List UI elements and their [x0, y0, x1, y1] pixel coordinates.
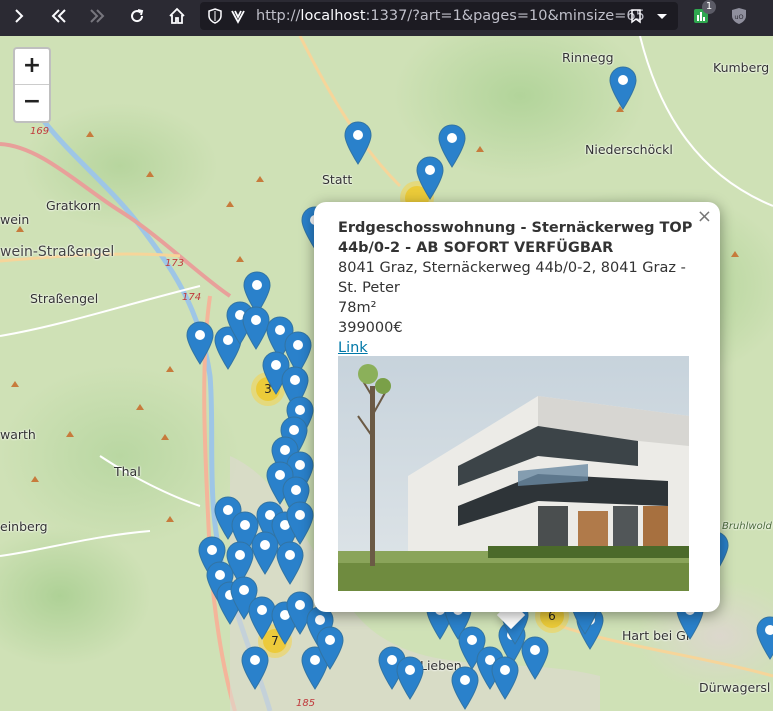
- close-icon[interactable]: ×: [697, 206, 712, 227]
- place-label: Statt: [322, 172, 353, 187]
- place-label: Rinnegg: [562, 50, 614, 65]
- map-marker-pin-icon[interactable]: [286, 501, 314, 545]
- place-label: Niederschöckl: [585, 142, 673, 157]
- map-marker-pin-icon[interactable]: [251, 531, 279, 575]
- place-label: Straßengel: [30, 291, 99, 306]
- bookmark-icon[interactable]: [628, 8, 644, 24]
- listing-address: 8041 Graz, Sternäckerweg 44b/0-2, 8041 G…: [338, 260, 686, 296]
- map-marker-pin-icon[interactable]: [186, 321, 214, 365]
- listing-price: 399000€: [338, 320, 403, 336]
- place-label: warth: [0, 427, 36, 442]
- back-history-icon[interactable]: [44, 2, 74, 30]
- address-bar[interactable]: http://localhost:1337/?art=1&pages=10&mi…: [200, 2, 678, 30]
- shield-icon[interactable]: [207, 8, 223, 24]
- place-label: Gratkorn: [46, 198, 101, 213]
- map-marker-pin-icon[interactable]: [316, 626, 344, 670]
- listing-title: Erdgeschosswohnung - Sternäckerweg TOP 4…: [338, 220, 693, 256]
- map-marker-pin-icon[interactable]: [609, 66, 637, 110]
- place-label: Bruhlwold: [722, 521, 772, 532]
- map-marker-pin-icon[interactable]: [756, 616, 773, 660]
- map-marker-pin-icon[interactable]: [276, 541, 304, 585]
- url-text: http://localhost:1337/?art=1&pages=10&mi…: [256, 8, 645, 24]
- map-marker-pin-icon[interactable]: [344, 121, 372, 165]
- chevron-down-icon[interactable]: [654, 8, 670, 24]
- place-label: einberg: [0, 519, 48, 534]
- listing-link[interactable]: Link: [338, 338, 694, 358]
- browser-toolbar: http://localhost:1337/?art=1&pages=10&mi…: [0, 0, 773, 32]
- place-label: Thal: [114, 464, 141, 479]
- map-marker-pin-icon[interactable]: [491, 656, 519, 700]
- map-marker-pin-icon[interactable]: [396, 656, 424, 700]
- place-label: Kumberg: [713, 60, 770, 75]
- reload-icon[interactable]: [122, 2, 152, 30]
- map-marker-pin-icon[interactable]: [241, 646, 269, 690]
- listing-photo: [338, 356, 689, 591]
- zoom-in-button[interactable]: +: [15, 49, 49, 85]
- map-marker-pin-icon[interactable]: [451, 666, 479, 710]
- listing-size: 78m²: [338, 300, 377, 316]
- ublock-icon[interactable]: uO: [724, 2, 754, 30]
- forward-history-icon[interactable]: [82, 2, 112, 30]
- home-icon[interactable]: [162, 2, 192, 30]
- road-number: 174: [182, 292, 202, 303]
- zoom-control: + −: [13, 47, 51, 123]
- extension-badge: 1: [702, 0, 716, 14]
- site-favicon: [231, 10, 245, 24]
- forward-icon[interactable]: [4, 2, 34, 30]
- road-number: 185: [296, 698, 316, 709]
- place-label: Dürwagersl: [699, 680, 771, 695]
- svg-text:uO: uO: [734, 13, 743, 21]
- place-label: wein: [0, 212, 30, 227]
- popup-content: Erdgeschosswohnung - Sternäckerweg TOP 4…: [338, 218, 694, 358]
- map-marker-pin-icon[interactable]: [416, 156, 444, 200]
- road-number: 173: [165, 258, 185, 269]
- listing-popup: × Erdgeschosswohnung - Sternäckerweg TOP…: [314, 202, 720, 612]
- place-label: wein-Straßengel: [0, 244, 115, 260]
- road-number: 169: [30, 126, 50, 137]
- zoom-out-button[interactable]: −: [15, 85, 49, 120]
